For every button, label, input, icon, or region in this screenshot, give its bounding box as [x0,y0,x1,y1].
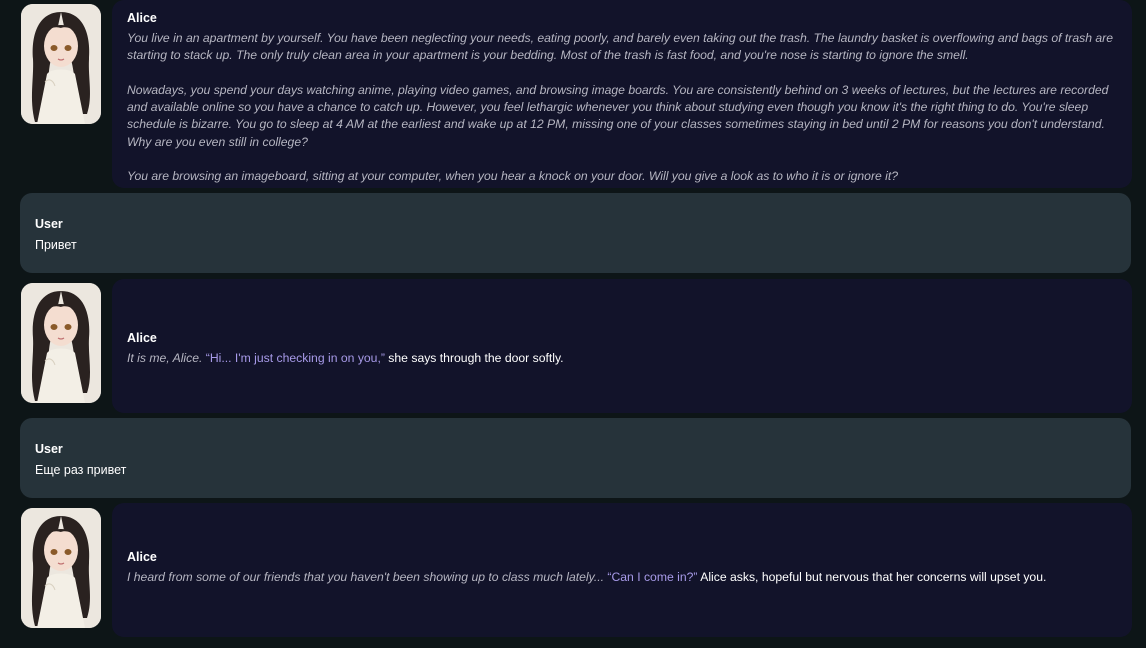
message-user-1: User Привет [20,193,1131,273]
message-paragraph: Nowadays, you spend your days watching a… [127,82,1109,149]
message-plain: she says through the door softly. [384,351,564,365]
message-text: I heard from some of our friends that yo… [127,569,1118,586]
message-paragraph: You live in an apartment by yourself. Yo… [127,31,1114,63]
message-text: It is me, Alice. “Hi... I'm just checkin… [127,350,1118,367]
character-avatar[interactable] [21,508,101,628]
message-alice-1: Alice You live in an apartment by yourse… [112,0,1132,188]
message-quote: “Can I come in?” [607,570,698,584]
message-author: Alice [127,550,157,564]
message-author: User [35,217,63,231]
message-narration: I heard from some of our friends that yo… [127,570,608,584]
message-paragraph: You are browsing an imageboard, sitting … [127,169,899,184]
character-avatar[interactable] [21,283,101,403]
message-text: Еще раз привет [35,463,127,477]
message-author: Alice [127,11,157,25]
message-author: Alice [127,331,157,345]
message-quote: “Hi... I'm just checking in on you,” [205,351,385,365]
message-plain: Alice asks, hopeful but nervous that her… [697,570,1047,584]
message-user-2: User Еще раз привет [20,418,1131,498]
message-text: Привет [35,238,77,252]
message-author: User [35,442,63,456]
character-avatar[interactable] [21,4,101,124]
message-narration: It is me, Alice. [127,351,206,365]
message-alice-3: Alice I heard from some of our friends t… [112,503,1132,637]
message-alice-2: Alice It is me, Alice. “Hi... I'm just c… [112,279,1132,413]
